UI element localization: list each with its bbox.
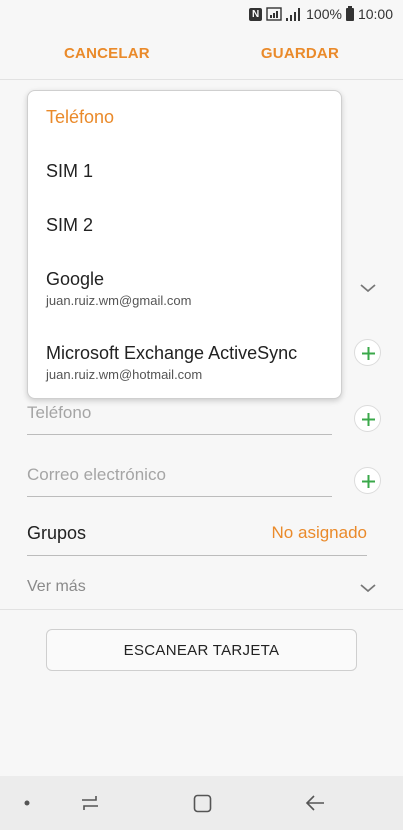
groups-row[interactable]: Grupos No asignado <box>27 518 367 556</box>
action-bar: CANCELAR GUARDAR <box>0 28 403 80</box>
dropdown-item-sim2[interactable]: SIM 2 <box>46 215 331 236</box>
add-email-button[interactable] <box>354 467 381 494</box>
dropdown-item-sim1[interactable]: SIM 1 <box>46 161 331 182</box>
dropdown-item-title: Teléfono <box>46 107 115 127</box>
email-field[interactable]: Correo electrónico <box>27 459 332 497</box>
cancel-button[interactable]: CANCELAR <box>64 45 150 62</box>
account-dropdown: Teléfono SIM 1 SIM 2 Google juan.ruiz.wm… <box>27 90 342 399</box>
chevron-down-icon[interactable] <box>359 282 377 294</box>
battery-icon <box>345 5 354 21</box>
chevron-down-icon <box>360 584 376 593</box>
plus-icon <box>362 475 375 488</box>
dropdown-item-title: Google <box>46 269 105 289</box>
phone-placeholder: Teléfono <box>27 403 92 422</box>
battery-percent: 100% <box>306 6 342 22</box>
plus-icon <box>362 413 375 426</box>
see-more-label: Ver más <box>27 578 86 595</box>
dropdown-item-title: SIM 2 <box>46 215 94 235</box>
dropdown-item-subtitle: juan.ruiz.wm@hotmail.com <box>46 367 203 382</box>
signal-icon <box>286 7 301 21</box>
dropdown-item-google[interactable]: Google juan.ruiz.wm@gmail.com <box>46 269 331 308</box>
dropdown-item-title: SIM 1 <box>46 161 94 181</box>
dot-icon <box>24 800 30 806</box>
email-placeholder: Correo electrónico <box>27 465 166 484</box>
dropdown-item-phone[interactable]: Teléfono <box>46 107 331 128</box>
see-more-row[interactable]: Ver más <box>0 566 403 610</box>
recents-icon[interactable] <box>80 794 100 812</box>
clock: 10:00 <box>357 6 393 22</box>
wifi-calling-icon <box>266 7 282 21</box>
plus-icon <box>362 347 375 360</box>
dropdown-item-title: Microsoft Exchange ActiveSync <box>46 343 298 363</box>
notification-n-icon: N <box>249 7 263 21</box>
groups-value[interactable]: No asignado <box>272 523 367 543</box>
groups-label: Grupos <box>27 523 87 543</box>
navigation-bar <box>0 776 403 830</box>
status-bar: N 100% 10:00 <box>0 0 403 28</box>
home-icon[interactable] <box>193 794 212 813</box>
add-phone-button[interactable] <box>354 405 381 432</box>
back-icon[interactable] <box>305 794 325 812</box>
dropdown-item-subtitle: juan.ruiz.wm@gmail.com <box>46 293 192 308</box>
add-field-button[interactable] <box>354 339 381 366</box>
phone-field[interactable]: Teléfono <box>27 397 332 435</box>
scan-card-button[interactable]: ESCANEAR TARJETA <box>46 629 357 671</box>
dropdown-item-exchange[interactable]: Microsoft Exchange ActiveSync juan.ruiz.… <box>46 343 331 382</box>
save-button[interactable]: GUARDAR <box>261 45 339 62</box>
